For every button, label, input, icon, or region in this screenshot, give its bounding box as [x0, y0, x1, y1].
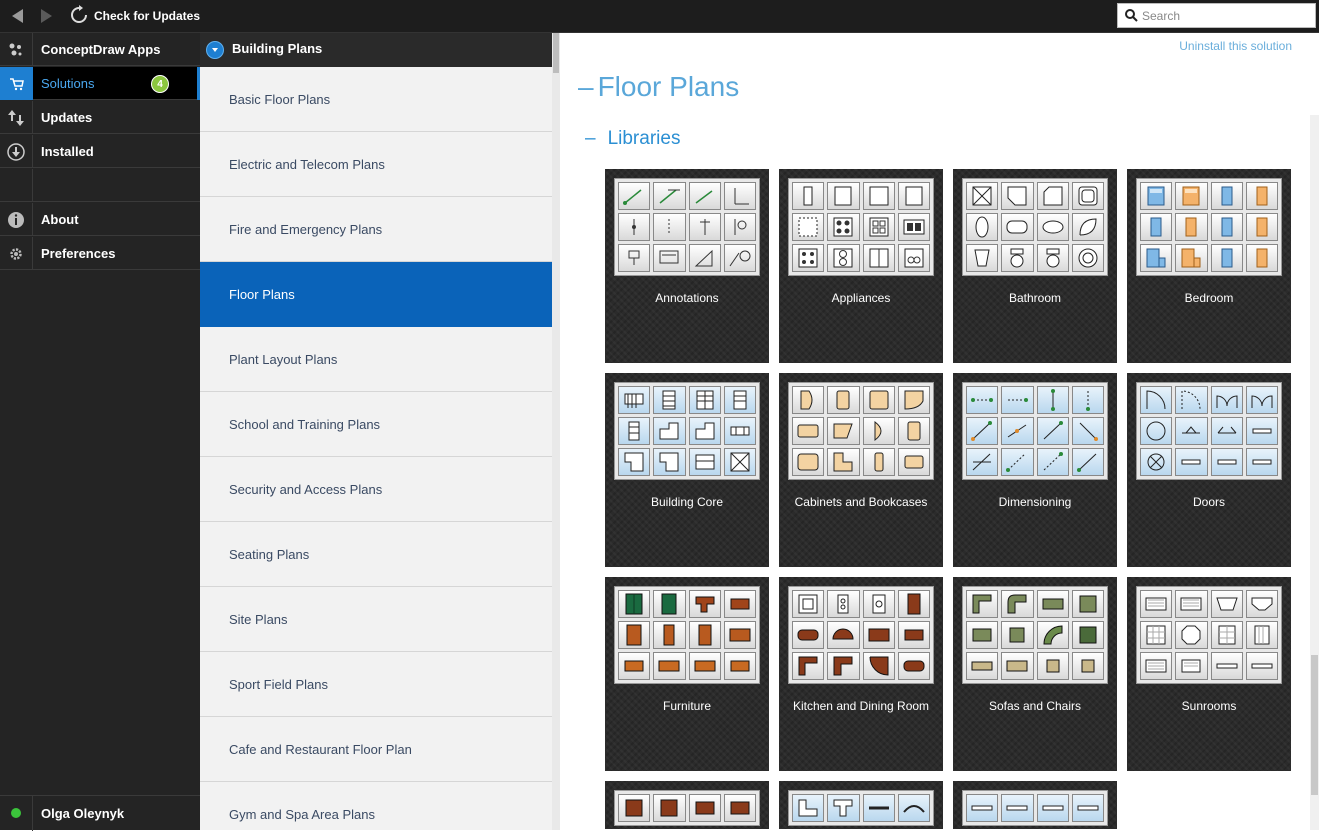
library-preview — [788, 382, 934, 480]
solution-item[interactable]: Site Plans — [200, 587, 552, 652]
solutions-scrollbar[interactable] — [552, 33, 560, 830]
cart-icon — [9, 77, 24, 90]
library-preview — [614, 178, 760, 276]
left-navigation: ConceptDraw Apps Solutions 4 Updates Ins… — [0, 33, 200, 830]
info-icon — [8, 211, 24, 228]
library-card[interactable]: Kitchen and Dining Room — [779, 577, 943, 771]
nav-spacer — [0, 169, 200, 202]
back-arrow-icon[interactable] — [8, 6, 28, 26]
library-name: Annotations — [655, 291, 719, 305]
library-preview — [788, 178, 934, 276]
nav-label: Installed — [41, 144, 94, 159]
library-card[interactable]: Building Core — [605, 373, 769, 567]
collapse-chevron-icon[interactable] — [206, 41, 224, 59]
library-card[interactable]: Appliances — [779, 169, 943, 363]
library-name: Bedroom — [1184, 291, 1234, 305]
library-name: Dimensioning — [998, 495, 1072, 509]
solutions-group-header[interactable]: Building Plans — [200, 33, 552, 67]
user-status[interactable]: Olga Oleynyk — [0, 795, 200, 831]
solution-item[interactable]: Cafe and Restaurant Floor Plan — [200, 717, 552, 782]
search-box[interactable] — [1117, 3, 1316, 28]
library-card[interactable]: Furniture — [605, 577, 769, 771]
library-preview — [614, 382, 760, 480]
library-preview — [962, 382, 1108, 480]
nav-label: Updates — [41, 110, 93, 125]
solution-item[interactable]: Basic Floor Plans — [200, 67, 552, 132]
library-card[interactable]: Bathroom — [953, 169, 1117, 363]
apps-icon — [9, 43, 22, 55]
library-card[interactable]: Bedroom — [1127, 169, 1291, 363]
gear-icon — [10, 247, 22, 260]
scrollbar-thumb[interactable] — [1311, 655, 1318, 795]
solution-item[interactable]: Sport Field Plans — [200, 652, 552, 717]
page-title: – Floor Plans — [578, 71, 740, 102]
nav-label: About — [41, 212, 79, 227]
library-preview — [962, 790, 1108, 826]
section-heading[interactable]: – Libraries — [585, 128, 680, 150]
library-name: Kitchen and Dining Room — [792, 699, 930, 713]
refresh-icon[interactable] — [68, 4, 90, 26]
library-preview — [788, 586, 934, 684]
solution-item[interactable]: Seating Plans — [200, 522, 552, 587]
library-name: Appliances — [831, 291, 891, 305]
library-name: Building Core — [650, 495, 724, 509]
solution-item[interactable]: School and Training Plans — [200, 392, 552, 457]
library-card[interactable] — [605, 781, 769, 829]
nav-label: ConceptDraw Apps — [41, 42, 161, 57]
nav-preferences[interactable]: Preferences — [0, 237, 200, 270]
solutions-list: Basic Floor Plans Electric and Telecom P… — [200, 67, 552, 830]
nav-about[interactable]: About — [0, 203, 200, 236]
solution-item[interactable]: Fire and Emergency Plans — [200, 197, 552, 262]
library-preview — [614, 790, 760, 826]
updates-count-badge: 4 — [151, 75, 169, 93]
solution-content: Uninstall this solution – Floor Plans – Li… — [560, 33, 1319, 830]
solution-item[interactable]: Electric and Telecom Plans — [200, 132, 552, 197]
library-card[interactable] — [953, 781, 1117, 829]
nav-label: Preferences — [41, 246, 116, 261]
library-name: Sofas and Chairs — [988, 699, 1082, 713]
content-scrollbar[interactable] — [1310, 115, 1319, 830]
library-card[interactable]: Sunrooms — [1127, 577, 1291, 771]
check-for-updates-button[interactable]: Check for Updates — [94, 9, 200, 23]
library-preview — [962, 586, 1108, 684]
library-card[interactable] — [779, 781, 943, 829]
solution-item-selected[interactable]: Floor Plans — [200, 262, 552, 327]
solution-item[interactable]: Security and Access Plans — [200, 457, 552, 522]
library-name: Sunrooms — [1181, 699, 1237, 713]
user-name: Olga Oleynyk — [41, 806, 125, 821]
library-name: Cabinets and Bookcases — [794, 495, 928, 509]
forward-arrow-icon[interactable] — [36, 6, 56, 26]
library-card[interactable]: Sofas and Chairs — [953, 577, 1117, 771]
library-name: Furniture — [662, 699, 712, 713]
nav-updates[interactable]: Updates — [0, 101, 200, 134]
nav-conceptdraw-apps[interactable]: ConceptDraw Apps — [0, 33, 200, 66]
solution-item[interactable]: Gym and Spa Area Plans — [200, 782, 552, 830]
scrollbar-thumb[interactable] — [553, 33, 559, 73]
nav-installed[interactable]: Installed — [0, 135, 200, 168]
library-name: Doors — [1192, 495, 1225, 509]
nav-label: Solutions — [41, 76, 95, 91]
updates-icon — [8, 109, 24, 126]
library-card[interactable]: Cabinets and Bookcases — [779, 373, 943, 567]
solution-item[interactable]: Plant Layout Plans — [200, 327, 552, 392]
nav-solutions[interactable]: Solutions 4 — [0, 67, 200, 100]
library-preview — [962, 178, 1108, 276]
library-name: Bathroom — [1008, 291, 1062, 305]
library-preview — [614, 586, 760, 684]
library-card[interactable]: Annotations — [605, 169, 769, 363]
library-preview — [1136, 586, 1282, 684]
library-card[interactable]: Doors — [1127, 373, 1291, 567]
group-title: Building Plans — [232, 41, 323, 56]
library-card[interactable]: Dimensioning — [953, 373, 1117, 567]
search-input[interactable] — [1142, 7, 1312, 25]
library-preview — [788, 790, 934, 826]
search-icon — [1125, 9, 1138, 22]
top-toolbar: Check for Updates — [0, 0, 1319, 33]
library-preview — [1136, 382, 1282, 480]
uninstall-link[interactable]: Uninstall this solution — [1179, 39, 1292, 53]
online-status-icon — [11, 808, 21, 818]
library-preview — [1136, 178, 1282, 276]
download-icon — [7, 142, 25, 161]
